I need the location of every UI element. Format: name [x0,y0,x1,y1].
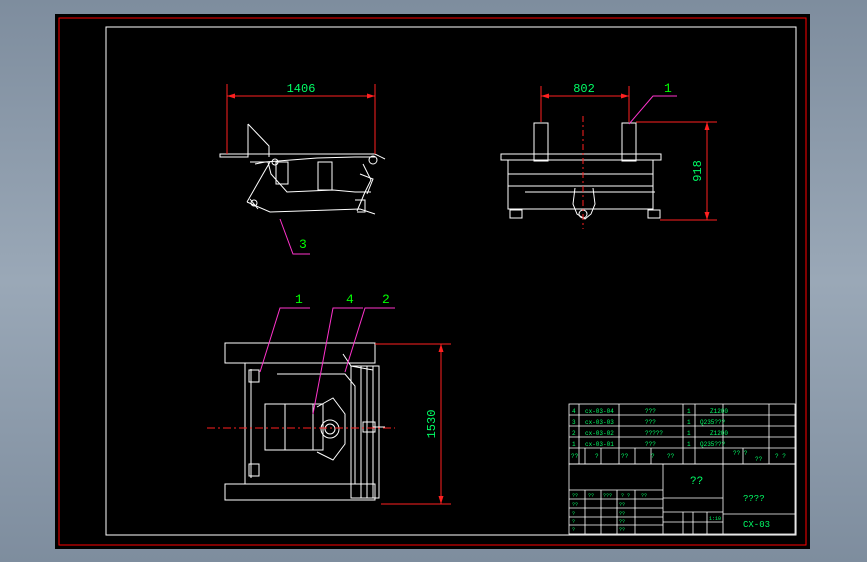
bom-row-no: 1 [572,441,576,448]
drawing-name: ?? [690,476,703,488]
bom-rows: 4 cx-03-04 ??? 1 Z1200 3 cx-03-03 ??? 1 … [571,408,786,463]
bom-row-no: 3 [572,419,576,426]
bom-header-cell: ?? ? [733,450,748,457]
bom-row-qty: 1 [687,419,691,426]
bom-row-qty: 1 [687,408,691,415]
callout-plan-1: 1 [295,292,303,307]
side-view [219,123,386,215]
plan-view [224,342,385,501]
cad-viewport[interactable]: 1406 3 802 918 1 1530 1 4 2 4 cx-03-04 ?… [55,14,810,549]
bom-header-cell: ?? [571,453,579,460]
arrow-plan-top [438,344,444,352]
title-cell: ? [572,511,575,517]
title-cell: ? [572,527,575,533]
drawing-border [105,26,797,536]
bom-row-code: cx-03-02 [585,430,614,437]
callout-3: 3 [299,237,307,252]
arrow-side-left [227,93,235,99]
outer-frame [58,17,807,546]
arrow-front-left [541,93,549,99]
arrow-front-bottom [704,212,710,220]
dim-text-side-width: 1406 [287,82,316,96]
bom-row-code: cx-03-01 [585,441,614,448]
title-cell: ?? [619,527,625,533]
drawing-canvas[interactable]: 1406 3 802 918 1 1530 1 4 2 4 cx-03-04 ?… [55,14,810,549]
bom-row-name: ??? [645,408,656,415]
bom-row-code: cx-03-04 [585,408,614,415]
drawing-number: CX-03 [743,520,770,530]
arrow-front-top [704,122,710,130]
callout-plan-4: 4 [346,292,354,307]
bom-row-code: cx-03-03 [585,419,614,426]
dim-text-plan-height: 1530 [425,410,439,439]
bom-header-cell: ? ? [775,453,786,460]
leader-front-1 [628,95,677,125]
bom-row-material: Q235??? [700,419,726,426]
bom-row-name: ????? [645,430,663,437]
bom-row-name: ??? [645,441,656,448]
bom-row-qty: 1 [687,430,691,437]
bom-row-no: 4 [572,408,576,415]
callout-plan-2: 2 [382,292,390,307]
bom-row-material: Q235??? [700,441,726,448]
bom-row-qty: 1 [687,441,691,448]
bom-header-cell: ? [651,453,655,460]
bom-header-cell: ?? [621,453,629,460]
bom-row-material: Z1200 [710,408,728,415]
arrow-plan-bottom [438,496,444,504]
arrow-side-right [367,93,375,99]
dim-text-front-width: 802 [573,82,595,96]
title-cell: ?? [619,519,625,525]
title-cell: ?? [588,493,594,499]
title-cell: ?? [572,502,578,508]
title-cell: ? ? [621,493,630,499]
title-cell: ? [572,519,575,525]
front-view [500,122,662,220]
callout-front-1: 1 [664,81,672,96]
title-cell: ?? [572,493,578,499]
bom-header-cell: ?? [755,456,763,463]
bom-row-material: Z1200 [710,430,728,437]
title-cell: ?? [619,502,625,508]
title-cell: ?? [641,493,647,499]
arrow-front-right [621,93,629,99]
title-block-text: ?? ???? CX-03 ?? ?? ??? ? ? ?? ?? ?? ? ?… [572,476,770,533]
bom-row-name: ??? [645,419,656,426]
company-name: ???? [743,494,765,504]
bom-header-cell: ?? [667,453,675,460]
scale-cell: 1:10 [709,516,721,522]
title-cell: ?? [619,511,625,517]
leader-plan-1 [259,307,310,373]
title-cell: ??? [603,493,612,499]
leader-plan-2 [344,307,395,373]
bom-header-cell: ? [595,453,599,460]
dim-text-front-height: 918 [691,160,705,182]
bom-row-no: 2 [572,430,576,437]
